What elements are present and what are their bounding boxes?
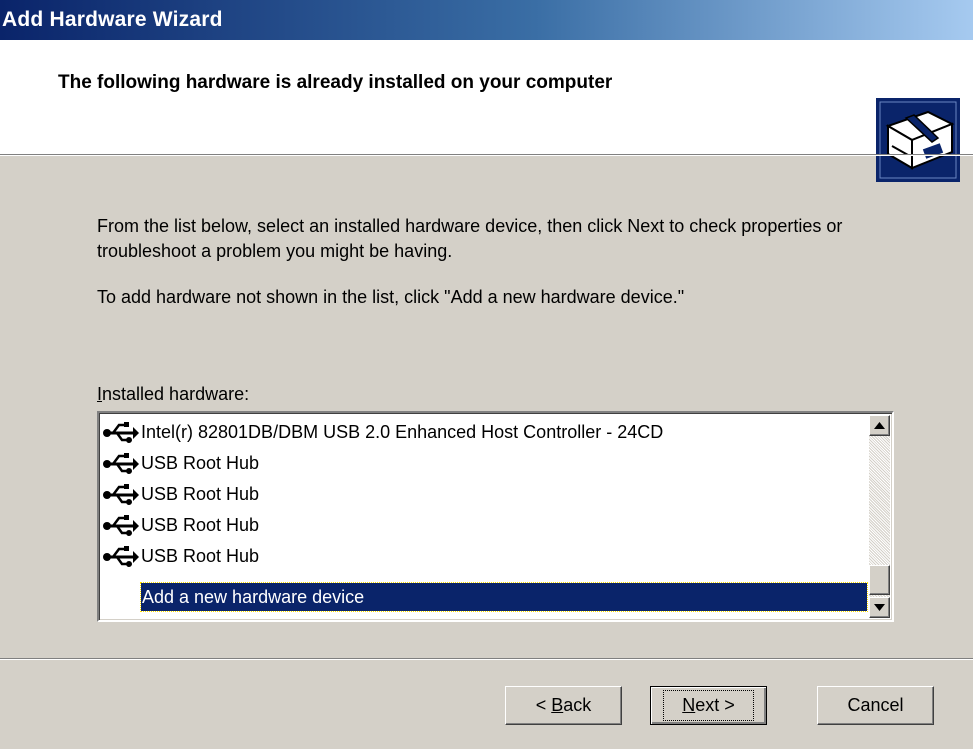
scroll-up-button[interactable] [869,415,890,436]
list-item-label: USB Root Hub [141,546,260,566]
list-item-label: Add a new hardware device [142,586,365,607]
usb-icon [103,514,139,536]
list-item[interactable]: USB Root Hub [103,510,259,541]
next-button[interactable]: Next > [650,686,767,725]
arrow-down-icon [874,604,885,611]
usb-icon [103,545,139,567]
add-hardware-hint: To add hardware not shown in the list, c… [97,287,685,307]
list-item[interactable]: USB Root Hub [103,479,259,510]
arrow-up-icon [874,422,885,429]
scroll-thumb[interactable] [869,565,890,595]
usb-icon [103,421,139,443]
wizard-header: The following hardware is already instal… [0,40,973,182]
usb-icon [103,452,139,474]
list-item[interactable]: USB Root Hub [103,541,259,572]
list-item-label: USB Root Hub [141,453,260,473]
hardware-wizard-icon [876,98,960,182]
installed-hardware-listbox[interactable]: Intel(r) 82801DB/DBM USB 2.0 Enhanced Ho… [97,411,894,622]
scroll-down-button[interactable] [869,597,890,618]
cancel-button[interactable]: Cancel [817,686,934,725]
instruction-text: From the list below, select an installed… [97,216,843,261]
list-item[interactable]: Intel(r) 82801DB/DBM USB 2.0 Enhanced Ho… [103,417,663,448]
installed-hardware-label: Installed hardware: [97,384,250,404]
title-bar[interactable]: Add Hardware Wizard [0,0,973,40]
footer-divider [0,658,973,660]
list-item-label: Intel(r) 82801DB/DBM USB 2.0 Enhanced Ho… [141,422,664,442]
list-item-label: USB Root Hub [141,484,260,504]
header-divider [0,154,973,156]
list-scrollbar[interactable] [869,415,890,618]
page-title: The following hardware is already instal… [58,72,613,93]
add-new-hardware-item[interactable]: Add a new hardware device [140,582,868,612]
list-item-label: USB Root Hub [141,515,260,535]
usb-icon [103,483,139,505]
list-item[interactable]: USB Root Hub [103,448,259,479]
window-title: Add Hardware Wizard [2,8,223,31]
back-button[interactable]: < Back [505,686,622,725]
